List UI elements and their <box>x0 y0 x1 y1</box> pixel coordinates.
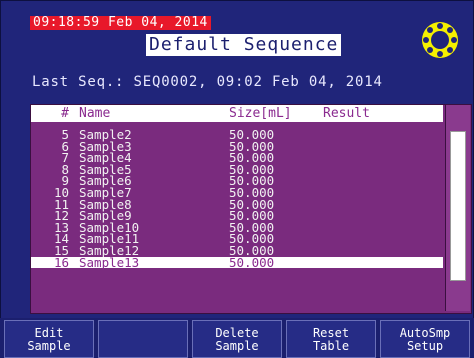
last-sequence-info: Last Seq.: SEQ0002, 09:02 Feb 04, 2014 <box>32 74 383 90</box>
column-header-name: Name <box>79 106 111 121</box>
column-header-num: # <box>61 106 69 121</box>
scrollbar[interactable] <box>445 105 470 311</box>
delete-sample-button[interactable]: Delete Sample <box>192 320 282 358</box>
row-size: 50.000 <box>229 254 275 270</box>
page-title: Default Sequence <box>146 34 342 56</box>
gear-icon[interactable] <box>420 20 460 60</box>
row-number: 16 <box>53 254 69 270</box>
column-header-result: Result <box>323 106 370 121</box>
scrollbar-thumb[interactable] <box>450 131 466 281</box>
clock-display: 09:18:59 Feb 04, 2014 <box>30 16 211 30</box>
sample-table: # Name Size[mL] Result 5 Sample2 50.000 6 Sa… <box>30 104 472 314</box>
table-rows: 5 Sample2 50.000 6 Sample3 50.000 7 Sample4 50.0… <box>31 128 443 270</box>
edit-sample-button[interactable]: Edit Sample <box>4 320 94 358</box>
table-header: # Name Size[mL] Result <box>31 105 443 122</box>
table-row[interactable]: 16 Sample13 50.000 <box>31 254 443 270</box>
autosmp-setup-button[interactable]: AutoSmp Setup <box>380 320 470 358</box>
instrument-screen: 09:18:59 Feb 04, 2014 Default Sequence L… <box>0 0 474 358</box>
row-name: Sample13 <box>79 254 140 270</box>
column-header-size: Size[mL] <box>229 106 292 121</box>
reset-table-button[interactable]: Reset Table <box>286 320 376 358</box>
empty-softkey[interactable] <box>98 320 188 358</box>
softkey-bar: Edit Sample Delete Sample Reset Table Au… <box>0 318 474 358</box>
